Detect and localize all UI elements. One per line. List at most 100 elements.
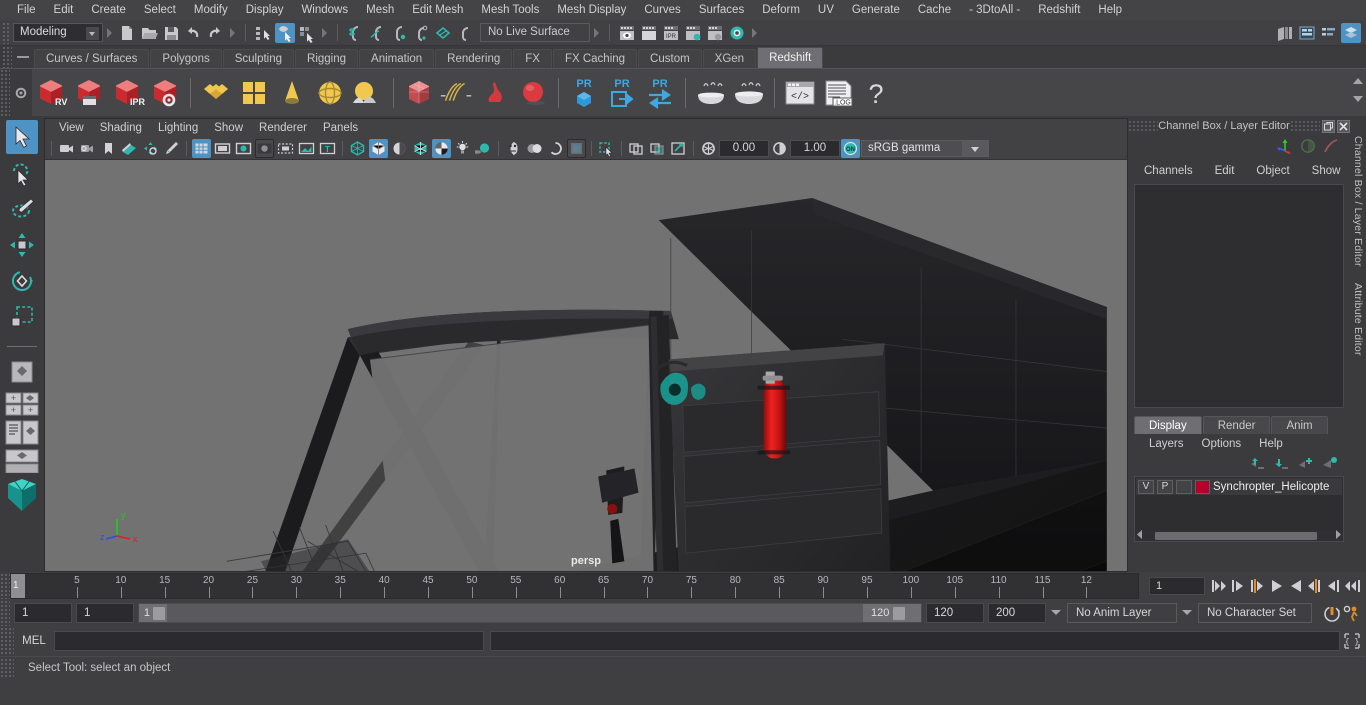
menu-edit[interactable]: Edit [45, 1, 83, 19]
redo-icon[interactable] [205, 23, 225, 43]
shelf-scroll-arrows[interactable] [1350, 70, 1366, 116]
gamma-reset-icon[interactable] [770, 139, 789, 158]
layout-single-perspective-button[interactable] [5, 449, 39, 473]
shelf-button-redshift-dome-light[interactable] [311, 71, 349, 115]
menu-deform[interactable]: Deform [753, 1, 809, 19]
animation-preferences-icon[interactable] [1342, 604, 1358, 622]
layer-menu-help[interactable]: Help [1250, 435, 1292, 453]
select-by-component-type-icon[interactable] [297, 23, 317, 43]
grid-snap-icon[interactable] [345, 23, 365, 43]
layer-color-swatch[interactable] [1195, 479, 1210, 494]
rotation-icon[interactable] [1322, 137, 1340, 158]
shelf-button-redshift-material-sphere[interactable] [197, 71, 235, 115]
menu-mesh[interactable]: Mesh [357, 1, 403, 19]
lasso-select-tool-button[interactable] [6, 156, 38, 190]
channel-box-menu-object[interactable]: Object [1246, 161, 1299, 181]
current-time-indicator[interactable]: 1 [11, 574, 25, 598]
isolate-select-icon[interactable] [597, 139, 616, 158]
viewport-menu-renderer[interactable]: Renderer [251, 120, 315, 137]
shelf-button-redshift-pr-object[interactable]: PR [565, 71, 603, 115]
shelf-button-redshift-sphere[interactable] [514, 71, 552, 115]
play-forwards-icon[interactable] [1287, 577, 1303, 595]
go-to-start-icon[interactable] [1211, 577, 1227, 595]
resolution-gate-icon[interactable] [234, 139, 253, 158]
texture-icon[interactable] [432, 139, 451, 158]
undock-panel-button[interactable] [1322, 119, 1335, 133]
make-live-icon[interactable] [455, 23, 475, 43]
shelf-button-redshift-environment[interactable] [349, 71, 387, 115]
projected-center-snap-icon[interactable] [411, 23, 431, 43]
side-tab-attribute-editor[interactable]: Attribute Editor [1351, 275, 1365, 364]
lights-icon[interactable] [453, 139, 472, 158]
viewport-menu-panels[interactable]: Panels [315, 120, 366, 137]
shelf-options-gear-icon[interactable] [10, 68, 32, 117]
scale-tool-button[interactable] [6, 300, 38, 334]
save-scene-icon[interactable] [161, 23, 181, 43]
viewport-menu-show[interactable]: Show [206, 120, 251, 137]
menu-windows[interactable]: Windows [292, 1, 357, 19]
shelf-button-redshift-render-sequence[interactable] [70, 71, 108, 115]
render-globals-icon[interactable] [727, 23, 747, 43]
select-by-hierarchy-icon[interactable] [253, 23, 273, 43]
shelf-tab-xgen[interactable]: XGen [702, 49, 757, 68]
range-slider-grip[interactable] [0, 600, 10, 626]
display-layers-list[interactable]: V P Synchropter_Helicopte [1134, 476, 1344, 542]
layer-list-horizontal-scrollbar[interactable] [1135, 529, 1343, 543]
channel-box-menu-edit[interactable]: Edit [1205, 161, 1245, 181]
command-input-field[interactable] [54, 631, 484, 651]
shelf-button-redshift-volume[interactable] [476, 71, 514, 115]
grid-icon[interactable] [192, 139, 211, 158]
animation-end-time-field[interactable]: 200 [988, 603, 1046, 623]
gamma-value-field[interactable]: 1.00 [790, 140, 840, 157]
shelf-button-redshift-proxy-cube[interactable] [400, 71, 438, 115]
view-plane-snap-icon[interactable] [433, 23, 453, 43]
wireframe-icon[interactable] [348, 139, 367, 158]
hypershade-icon[interactable] [683, 23, 703, 43]
transform-manipulator-icon[interactable] [1276, 137, 1294, 158]
camera-attributes-icon[interactable] [78, 139, 97, 158]
shelf-tab-fx[interactable]: FX [513, 49, 552, 68]
range-end-handle[interactable]: 120 [863, 604, 921, 622]
select-camera-icon[interactable] [57, 139, 76, 158]
play-backwards-icon[interactable] [1268, 577, 1284, 595]
create-layer-from-selected-icon[interactable] [1322, 456, 1338, 473]
step-forward-key-icon[interactable] [1306, 577, 1322, 595]
step-back-frame-icon[interactable] [1230, 577, 1246, 595]
shelf-button-redshift-log[interactable]: .LOG [819, 71, 857, 115]
xray-joints-icon[interactable] [648, 139, 667, 158]
range-start-handle[interactable]: 1 [139, 604, 167, 622]
status-section-collapse-1[interactable] [105, 24, 114, 42]
playback-start-time-field[interactable]: 1 [76, 603, 134, 623]
menu-generate[interactable]: Generate [843, 1, 909, 19]
move-layer-up-icon[interactable] [1250, 456, 1266, 473]
live-surface-field[interactable]: No Live Surface [480, 23, 590, 42]
render-settings-icon[interactable]: IPR [661, 23, 681, 43]
tool-settings-icon[interactable] [1319, 23, 1339, 43]
film-gate-icon[interactable] [213, 139, 232, 158]
motion-blur-icon[interactable] [525, 139, 544, 158]
shelf-button-redshift-bake-1[interactable] [692, 71, 730, 115]
viewport-menu-lighting[interactable]: Lighting [150, 120, 206, 137]
shelf-tab-sculpting[interactable]: Sculpting [222, 49, 295, 68]
layer-tab-display[interactable]: Display [1134, 416, 1202, 434]
scroll-left-arrow-icon[interactable] [1135, 529, 1145, 543]
shelf-button-redshift-pr-export[interactable]: PR [603, 71, 641, 115]
move-layer-down-icon[interactable] [1274, 456, 1290, 473]
exposure-icon[interactable] [297, 139, 316, 158]
create-new-layer-icon[interactable] [1298, 456, 1314, 473]
menu-set-selector[interactable]: Modeling [13, 23, 103, 42]
image-plane-icon[interactable] [120, 139, 139, 158]
shadows-icon[interactable] [474, 139, 493, 158]
menu-edit-mesh[interactable]: Edit Mesh [403, 1, 472, 19]
render-view-icon[interactable] [705, 23, 725, 43]
script-editor-icon[interactable]: { } [1342, 631, 1362, 651]
select-by-object-type-icon[interactable] [275, 22, 295, 43]
auto-keyframe-icon[interactable] [1322, 604, 1340, 622]
2d-pan-zoom-icon[interactable] [141, 139, 160, 158]
shelf-collapse-button[interactable] [12, 46, 34, 68]
shelf-tab-curves-surfaces[interactable]: Curves / Surfaces [34, 49, 150, 68]
exposure-value-field[interactable]: 0.00 [719, 140, 769, 157]
status-section-collapse-3[interactable] [320, 24, 329, 42]
shelf-button-redshift-help[interactable]: ? [857, 71, 895, 115]
shelf-scroll-down-icon[interactable] [1353, 95, 1363, 102]
